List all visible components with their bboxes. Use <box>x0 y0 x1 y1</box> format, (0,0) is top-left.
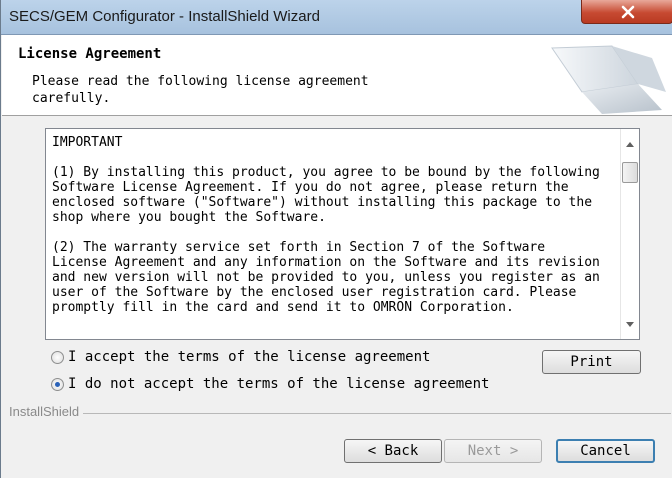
next-button[interactable]: Next > <box>444 439 542 463</box>
cancel-button[interactable]: Cancel <box>556 439 655 463</box>
title-bar[interactable]: SECS/GEM Configurator - InstallShield Wi… <box>1 0 672 35</box>
footer-divider <box>9 413 671 414</box>
window-title: SECS/GEM Configurator - InstallShield Wi… <box>9 8 320 25</box>
scroll-down-arrow-icon[interactable] <box>626 322 634 327</box>
license-text: IMPORTANT (1) By installing this product… <box>52 135 600 315</box>
installshield-banner-graphic <box>551 45 666 114</box>
print-button[interactable]: Print <box>542 350 641 374</box>
license-scrollbar[interactable] <box>620 129 639 339</box>
installshield-brand: InstallShield <box>9 404 84 419</box>
accept-radio-button[interactable] <box>51 350 64 364</box>
decline-radio-label: I do not accept the terms of the license… <box>68 376 490 392</box>
accept-radio-label: I accept the terms of the license agreem… <box>68 349 431 365</box>
scrollbar-thumb[interactable] <box>622 162 638 183</box>
back-button[interactable]: < Back <box>344 439 442 463</box>
installer-window: SECS/GEM Configurator - InstallShield Wi… <box>0 0 672 478</box>
license-text-box[interactable]: IMPORTANT (1) By installing this product… <box>45 128 640 340</box>
close-icon <box>621 5 635 19</box>
decline-radio-option[interactable]: I do not accept the terms of the license… <box>51 376 489 392</box>
page-title: License Agreement <box>18 46 162 62</box>
wizard-header: License Agreement Please read the follow… <box>2 35 672 116</box>
close-button[interactable] <box>581 0 672 24</box>
accept-radio-option[interactable]: I accept the terms of the license agreem… <box>51 349 430 365</box>
scroll-up-arrow-icon[interactable] <box>626 142 634 147</box>
decline-radio-button[interactable] <box>51 377 64 391</box>
page-subtitle: Please read the following license agreem… <box>32 74 369 106</box>
